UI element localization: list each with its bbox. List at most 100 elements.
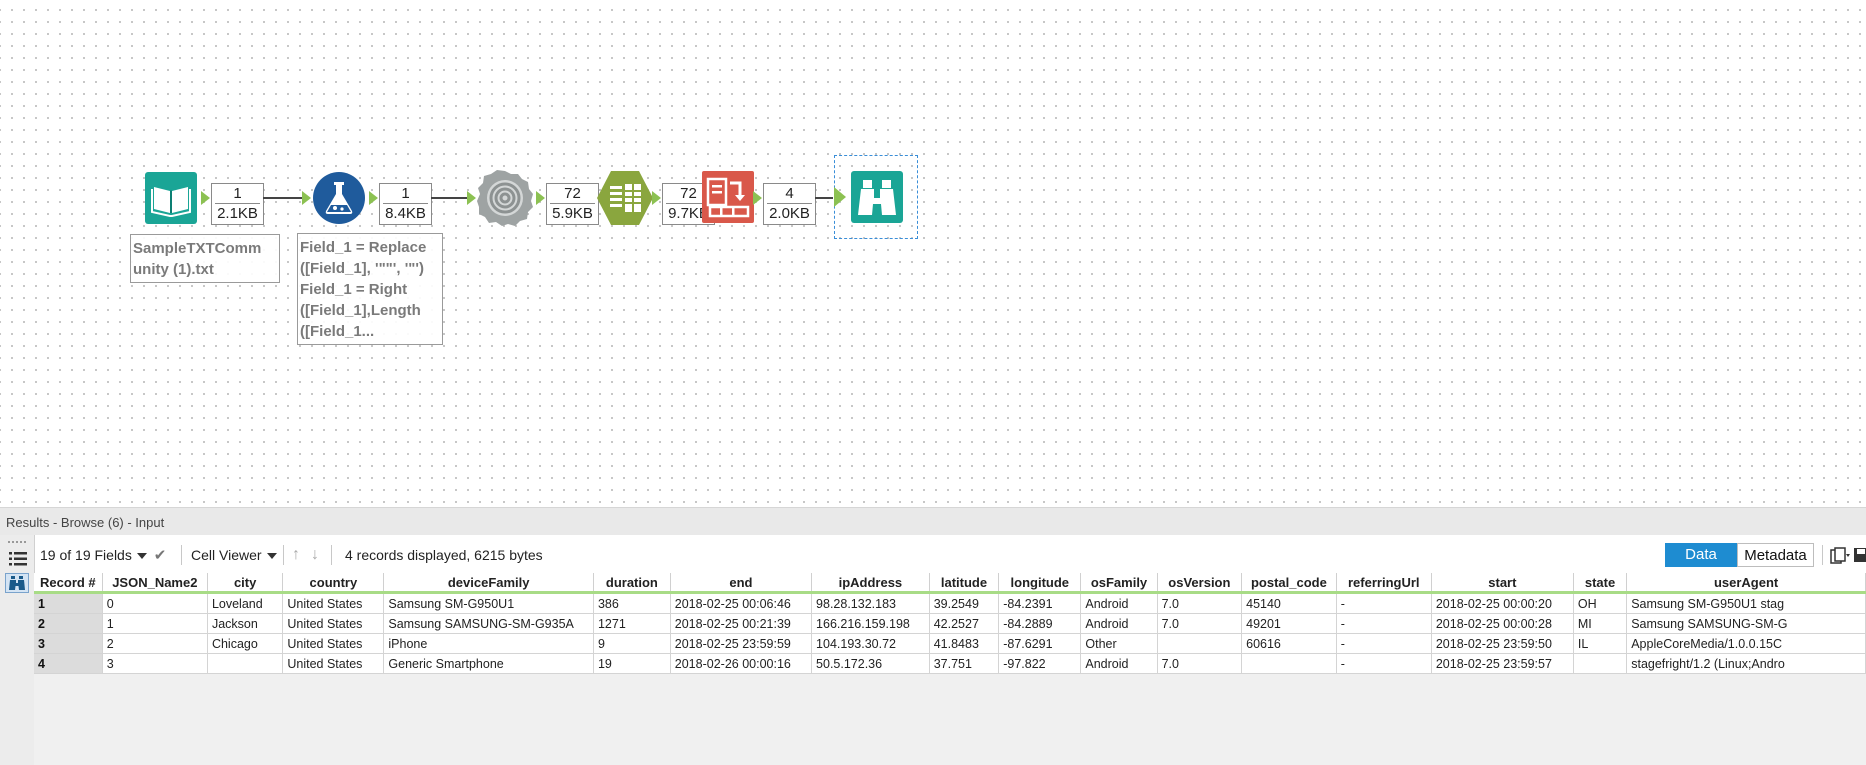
table-cell[interactable]: 50.5.172.36 bbox=[811, 653, 930, 674]
table-cell[interactable]: 104.193.30.72 bbox=[811, 633, 930, 654]
fields-selector[interactable]: 19 of 19 Fields ✔ bbox=[40, 544, 166, 566]
table-cell[interactable]: United States bbox=[282, 592, 385, 614]
formula-output-anchor[interactable] bbox=[369, 191, 378, 205]
record-number-cell[interactable]: 2 bbox=[34, 613, 103, 634]
table-cell[interactable]: Other bbox=[1080, 633, 1158, 654]
copy-icon[interactable] bbox=[1830, 547, 1850, 565]
table-cell[interactable]: -84.2889 bbox=[998, 613, 1082, 634]
table-cell[interactable]: 42.2527 bbox=[929, 613, 1000, 634]
table-cell[interactable]: United States bbox=[282, 633, 385, 654]
table-cell[interactable] bbox=[1157, 633, 1243, 654]
table-row[interactable]: 3 2 Chicago United States iPhone 9 2018-02-25 … bbox=[34, 633, 1866, 654]
table-cell[interactable]: AppleCoreMedia/1.0.0.15C bbox=[1626, 633, 1866, 654]
table-cell[interactable]: Samsung SM-G950U1 bbox=[383, 592, 594, 614]
table-cell[interactable]: 7.0 bbox=[1157, 613, 1243, 634]
table-cell[interactable]: Android bbox=[1080, 592, 1158, 614]
table-cell[interactable]: Jackson bbox=[207, 613, 284, 634]
browse-tool[interactable] bbox=[851, 171, 903, 223]
browse-view-button[interactable] bbox=[5, 573, 29, 593]
column-header[interactable]: deviceFamily bbox=[383, 573, 594, 594]
table-cell[interactable]: 7.0 bbox=[1157, 653, 1243, 674]
table-row[interactable]: 2 1 Jackson United States Samsung SAMSUNG-SM… bbox=[34, 613, 1866, 634]
save-icon[interactable] bbox=[1854, 547, 1866, 563]
column-header[interactable]: city bbox=[207, 573, 284, 594]
text-to-columns-anchor[interactable] bbox=[652, 191, 661, 205]
table-row[interactable]: 1 0 Loveland United States Samsung SM-G950U1… bbox=[34, 592, 1866, 614]
text-to-columns-tool[interactable] bbox=[596, 169, 654, 227]
table-cell[interactable]: Samsung SAMSUNG-SM-G bbox=[1626, 613, 1866, 634]
column-header[interactable]: duration bbox=[593, 573, 671, 594]
json-parse-tool[interactable] bbox=[477, 170, 533, 226]
viewer-selector[interactable]: Cell Viewer bbox=[191, 544, 277, 566]
table-cell[interactable]: MI bbox=[1573, 613, 1628, 634]
record-number-cell[interactable]: 3 bbox=[34, 633, 103, 654]
table-cell[interactable]: Generic Smartphone bbox=[383, 653, 594, 674]
table-cell[interactable]: Loveland bbox=[207, 592, 284, 614]
column-header[interactable]: latitude bbox=[929, 573, 1000, 594]
table-cell[interactable]: Android bbox=[1080, 653, 1158, 674]
table-cell[interactable]: United States bbox=[282, 653, 385, 674]
table-cell[interactable]: 2018-02-25 00:00:20 bbox=[1431, 592, 1574, 614]
column-header[interactable]: state bbox=[1573, 573, 1628, 594]
list-view-icon[interactable] bbox=[9, 551, 27, 567]
table-cell[interactable]: 1 bbox=[102, 613, 208, 634]
column-header[interactable]: osVersion bbox=[1157, 573, 1243, 594]
table-cell[interactable]: 2018-02-25 00:06:46 bbox=[670, 592, 813, 614]
table-cell[interactable]: Samsung SAMSUNG-SM-G935A bbox=[383, 613, 594, 634]
table-cell[interactable]: 2018-02-25 00:21:39 bbox=[670, 613, 813, 634]
table-cell[interactable]: 386 bbox=[593, 592, 671, 614]
table-cell[interactable]: iPhone bbox=[383, 633, 594, 654]
table-cell[interactable]: 9 bbox=[593, 633, 671, 654]
table-cell[interactable]: -84.2391 bbox=[998, 592, 1082, 614]
table-cell[interactable]: stagefright/1.2 (Linux;Andro bbox=[1626, 653, 1866, 674]
input-output-anchor[interactable] bbox=[201, 191, 210, 205]
column-header[interactable]: country bbox=[282, 573, 385, 594]
column-header[interactable]: ipAddress bbox=[811, 573, 930, 594]
column-header[interactable]: end bbox=[670, 573, 813, 594]
table-cell[interactable] bbox=[1573, 653, 1628, 674]
arrow-down-icon[interactable]: ↓ bbox=[311, 544, 319, 566]
table-cell[interactable]: 2018-02-25 23:59:59 bbox=[670, 633, 813, 654]
table-cell[interactable]: 3 bbox=[102, 653, 208, 674]
table-cell[interactable]: 45140 bbox=[1241, 592, 1337, 614]
table-cell[interactable]: Chicago bbox=[207, 633, 284, 654]
table-cell[interactable]: - bbox=[1336, 613, 1432, 634]
table-cell[interactable]: 37.751 bbox=[929, 653, 1000, 674]
input-data-tool[interactable] bbox=[145, 172, 197, 224]
table-cell[interactable]: Android bbox=[1080, 613, 1158, 634]
column-header-record[interactable]: Record # bbox=[34, 573, 103, 594]
table-cell[interactable]: 7.0 bbox=[1157, 592, 1243, 614]
table-cell[interactable]: 1271 bbox=[593, 613, 671, 634]
table-cell[interactable]: - bbox=[1336, 633, 1432, 654]
table-cell[interactable]: OH bbox=[1573, 592, 1628, 614]
table-cell[interactable]: 0 bbox=[102, 592, 208, 614]
table-cell[interactable]: 2018-02-25 23:59:57 bbox=[1431, 653, 1574, 674]
column-header[interactable]: userAgent bbox=[1626, 573, 1866, 594]
table-row[interactable]: 4 3 United States Generic Smartphone 19 2018-… bbox=[34, 653, 1866, 674]
table-cell[interactable]: 2018-02-26 00:00:16 bbox=[670, 653, 813, 674]
table-cell[interactable] bbox=[207, 653, 284, 674]
table-cell[interactable]: -97.822 bbox=[998, 653, 1082, 674]
table-cell[interactable] bbox=[1241, 653, 1337, 674]
grip-handle[interactable] bbox=[8, 541, 26, 546]
table-cell[interactable]: 2 bbox=[102, 633, 208, 654]
table-cell[interactable]: 2018-02-25 23:59:50 bbox=[1431, 633, 1574, 654]
table-cell[interactable]: IL bbox=[1573, 633, 1628, 654]
json-parse-input-anchor[interactable] bbox=[467, 191, 476, 205]
table-cell[interactable]: 41.8483 bbox=[929, 633, 1000, 654]
formula-tool[interactable] bbox=[312, 171, 366, 225]
table-cell[interactable]: 19 bbox=[593, 653, 671, 674]
record-number-cell[interactable]: 4 bbox=[34, 653, 103, 674]
results-grid[interactable]: Record # JSON_Name2 city country deviceFamil… bbox=[34, 573, 1866, 765]
json-parse-output-anchor[interactable] bbox=[536, 191, 545, 205]
table-cell[interactable]: Samsung SM-G950U1 stag bbox=[1626, 592, 1866, 614]
column-header[interactable]: longitude bbox=[998, 573, 1082, 594]
column-header[interactable]: postal_code bbox=[1241, 573, 1337, 594]
formula-input-anchor[interactable] bbox=[302, 191, 311, 205]
column-header[interactable]: referringUrl bbox=[1336, 573, 1432, 594]
cross-tab-output-anchor[interactable] bbox=[753, 191, 762, 205]
table-cell[interactable]: 98.28.132.183 bbox=[811, 592, 930, 614]
tab-metadata[interactable]: Metadata bbox=[1737, 543, 1814, 567]
table-cell[interactable]: United States bbox=[282, 613, 385, 634]
table-cell[interactable]: - bbox=[1336, 653, 1432, 674]
